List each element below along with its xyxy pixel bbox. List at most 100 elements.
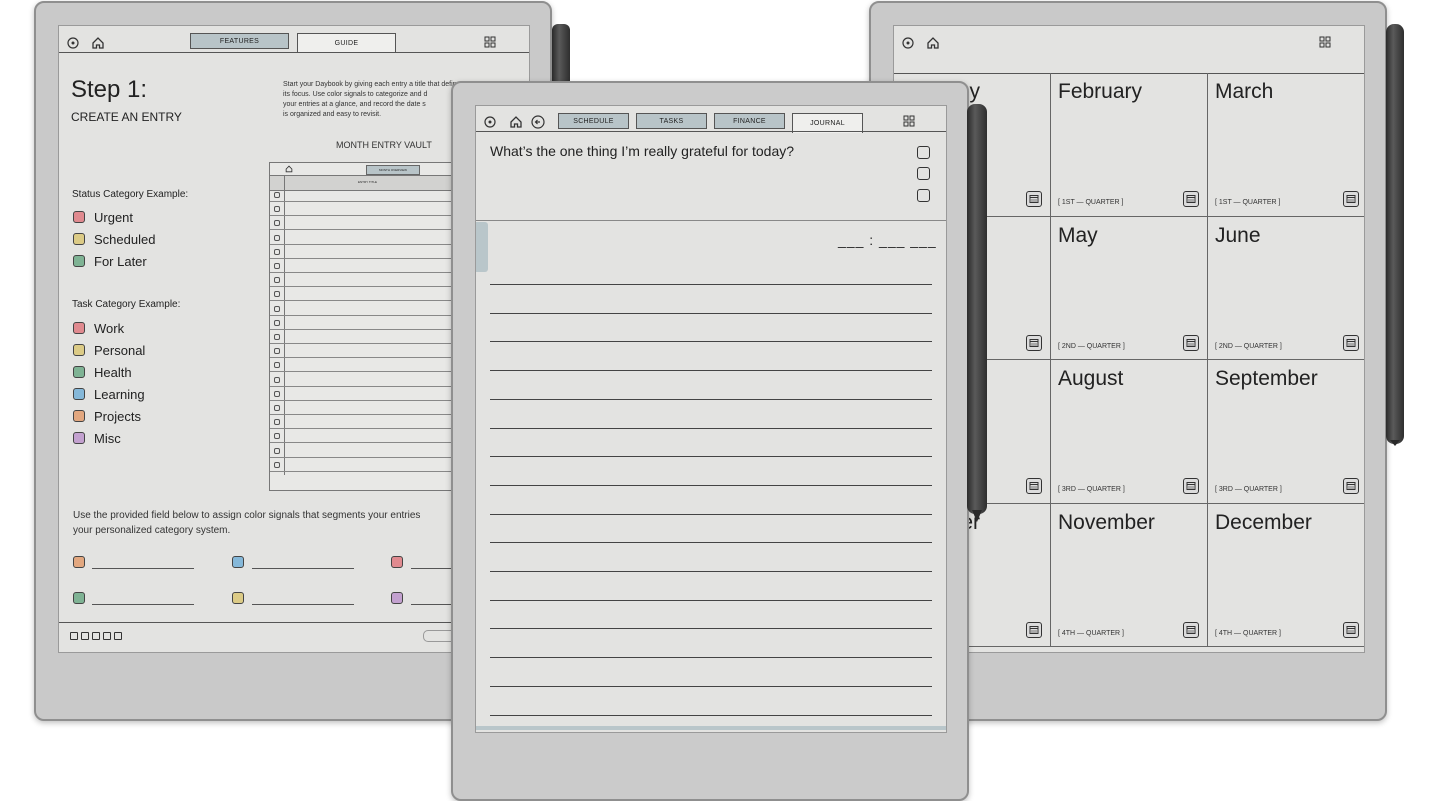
journal-line[interactable] — [490, 370, 932, 372]
vault-row-checkbox[interactable] — [274, 192, 280, 198]
assign-swatch[interactable] — [232, 556, 244, 568]
home-icon[interactable] — [90, 35, 106, 51]
sync-icon[interactable] — [901, 36, 915, 50]
calendar-icon[interactable] — [1183, 334, 1199, 351]
vault-row-line — [270, 470, 460, 472]
calendar-icon[interactable] — [1343, 478, 1359, 494]
journal-line[interactable] — [490, 456, 932, 458]
journal-line[interactable] — [490, 312, 932, 314]
vault-row-checkbox[interactable] — [274, 234, 280, 241]
month-cell[interactable]: November [ 4TH — QUARTER ] — [1050, 503, 1207, 647]
journal-line[interactable] — [490, 599, 932, 601]
vault-row-checkbox[interactable] — [274, 405, 280, 411]
vault-row-checkbox[interactable] — [274, 376, 280, 383]
vault-row-checkbox[interactable] — [274, 433, 280, 440]
vault-row-checkbox[interactable] — [274, 263, 280, 269]
journal-line[interactable] — [490, 284, 932, 285]
assign-swatch[interactable] — [73, 592, 85, 604]
calendar-icon[interactable] — [1343, 334, 1359, 351]
assign-swatch[interactable] — [391, 592, 403, 604]
time-field[interactable]: ___ : ___ ___ — [838, 232, 937, 248]
vault-row-line — [270, 201, 460, 202]
grid-menu-icon[interactable] — [483, 35, 497, 49]
vault-row-checkbox[interactable] — [274, 447, 280, 454]
page-dots[interactable] — [70, 632, 122, 640]
assign-swatch[interactable] — [73, 556, 85, 568]
vault-row-checkbox[interactable] — [274, 248, 280, 255]
assign-field-line[interactable] — [92, 568, 194, 569]
journal-prompt: What’s the one thing I’m really grateful… — [490, 143, 795, 159]
journal-line[interactable] — [490, 484, 932, 486]
swatch-scheduled — [73, 233, 85, 245]
calendar-icon[interactable] — [1183, 478, 1199, 494]
home-icon[interactable] — [508, 114, 524, 130]
journal-line[interactable] — [490, 341, 932, 343]
page-dot[interactable] — [81, 632, 89, 640]
month-cell[interactable]: February [ 1ST — QUARTER ] — [1050, 73, 1207, 217]
vault-row-checkbox[interactable] — [274, 220, 280, 227]
grid-menu-icon[interactable] — [1318, 35, 1332, 49]
journal-line[interactable] — [490, 657, 932, 659]
tab-tasks[interactable]: TASKS — [636, 113, 707, 129]
journal-line[interactable] — [490, 628, 932, 630]
assign-field-line[interactable] — [252, 604, 354, 605]
grid-menu-icon[interactable] — [902, 114, 916, 128]
sync-icon[interactable] — [483, 115, 497, 129]
vault-row-checkbox[interactable] — [274, 206, 280, 213]
page-dot[interactable] — [114, 632, 122, 640]
journal-line[interactable] — [490, 542, 932, 544]
calendar-icon[interactable] — [1343, 621, 1359, 638]
tab-schedule[interactable]: SCHEDULE — [558, 113, 629, 129]
assign-swatch[interactable] — [232, 592, 244, 604]
vault-row-checkbox[interactable] — [274, 362, 280, 369]
mood-checkbox[interactable] — [917, 189, 930, 202]
month-cell[interactable]: March [ 1ST — QUARTER ] — [1207, 73, 1364, 217]
tab-features[interactable]: FEATURES — [190, 33, 289, 49]
journal-line[interactable] — [490, 427, 932, 429]
journal-line[interactable] — [490, 571, 932, 572]
home-icon[interactable] — [925, 35, 941, 51]
page-dot[interactable] — [70, 632, 78, 640]
assign-field-line[interactable] — [92, 604, 194, 605]
journal-line[interactable] — [490, 685, 932, 687]
assign-field-line[interactable] — [252, 568, 354, 569]
sync-icon[interactable] — [66, 36, 80, 50]
month-cell[interactable]: August [ 3RD — QUARTER ] — [1050, 360, 1207, 504]
calendar-icon[interactable] — [1183, 621, 1199, 638]
vault-row-checkbox[interactable] — [274, 319, 280, 326]
journal-line[interactable] — [490, 513, 932, 515]
tab-finance[interactable]: FINANCE — [714, 113, 785, 129]
vault-row-checkbox[interactable] — [274, 390, 280, 397]
mood-checkbox[interactable] — [917, 167, 930, 180]
page-dot[interactable] — [103, 632, 111, 640]
vault-row-checkbox[interactable] — [274, 334, 280, 340]
vault-row-checkbox[interactable] — [274, 461, 280, 468]
vault-row-line — [270, 272, 460, 273]
side-scroll-handle[interactable] — [476, 222, 488, 272]
assign-swatch[interactable] — [391, 556, 403, 568]
calendar-icon[interactable] — [1026, 621, 1042, 638]
back-arrow-icon[interactable] — [530, 114, 546, 130]
vault-row-checkbox[interactable] — [274, 348, 280, 355]
month-cell[interactable]: September [ 3RD — QUARTER ] — [1207, 360, 1364, 504]
calendar-icon[interactable] — [1026, 191, 1042, 207]
mood-checkbox[interactable] — [917, 146, 930, 159]
step-subtitle: CREATE AN ENTRY — [71, 110, 182, 124]
calendar-icon[interactable] — [1183, 191, 1199, 207]
month-cell[interactable]: December [ 4TH — QUARTER ] — [1207, 503, 1364, 647]
calendar-icon[interactable] — [1026, 334, 1042, 351]
vault-row-checkbox[interactable] — [274, 291, 280, 298]
calendar-icon[interactable] — [1026, 478, 1042, 494]
month-cell[interactable]: May [ 2ND — QUARTER ] — [1050, 216, 1207, 360]
tab-journal[interactable]: JOURNAL — [792, 113, 863, 133]
vault-row-checkbox[interactable] — [274, 305, 280, 312]
tab-guide[interactable]: GUIDE — [297, 33, 396, 53]
vault-row-checkbox[interactable] — [274, 419, 280, 426]
month-cell[interactable]: June [ 2ND — QUARTER ] — [1207, 216, 1364, 360]
vault-row-checkbox[interactable] — [274, 277, 280, 284]
journal-line[interactable] — [490, 398, 932, 400]
journal-line[interactable] — [490, 714, 932, 716]
page-dot[interactable] — [92, 632, 100, 640]
calendar-icon[interactable] — [1343, 191, 1359, 207]
month-name: June — [1215, 223, 1261, 247]
